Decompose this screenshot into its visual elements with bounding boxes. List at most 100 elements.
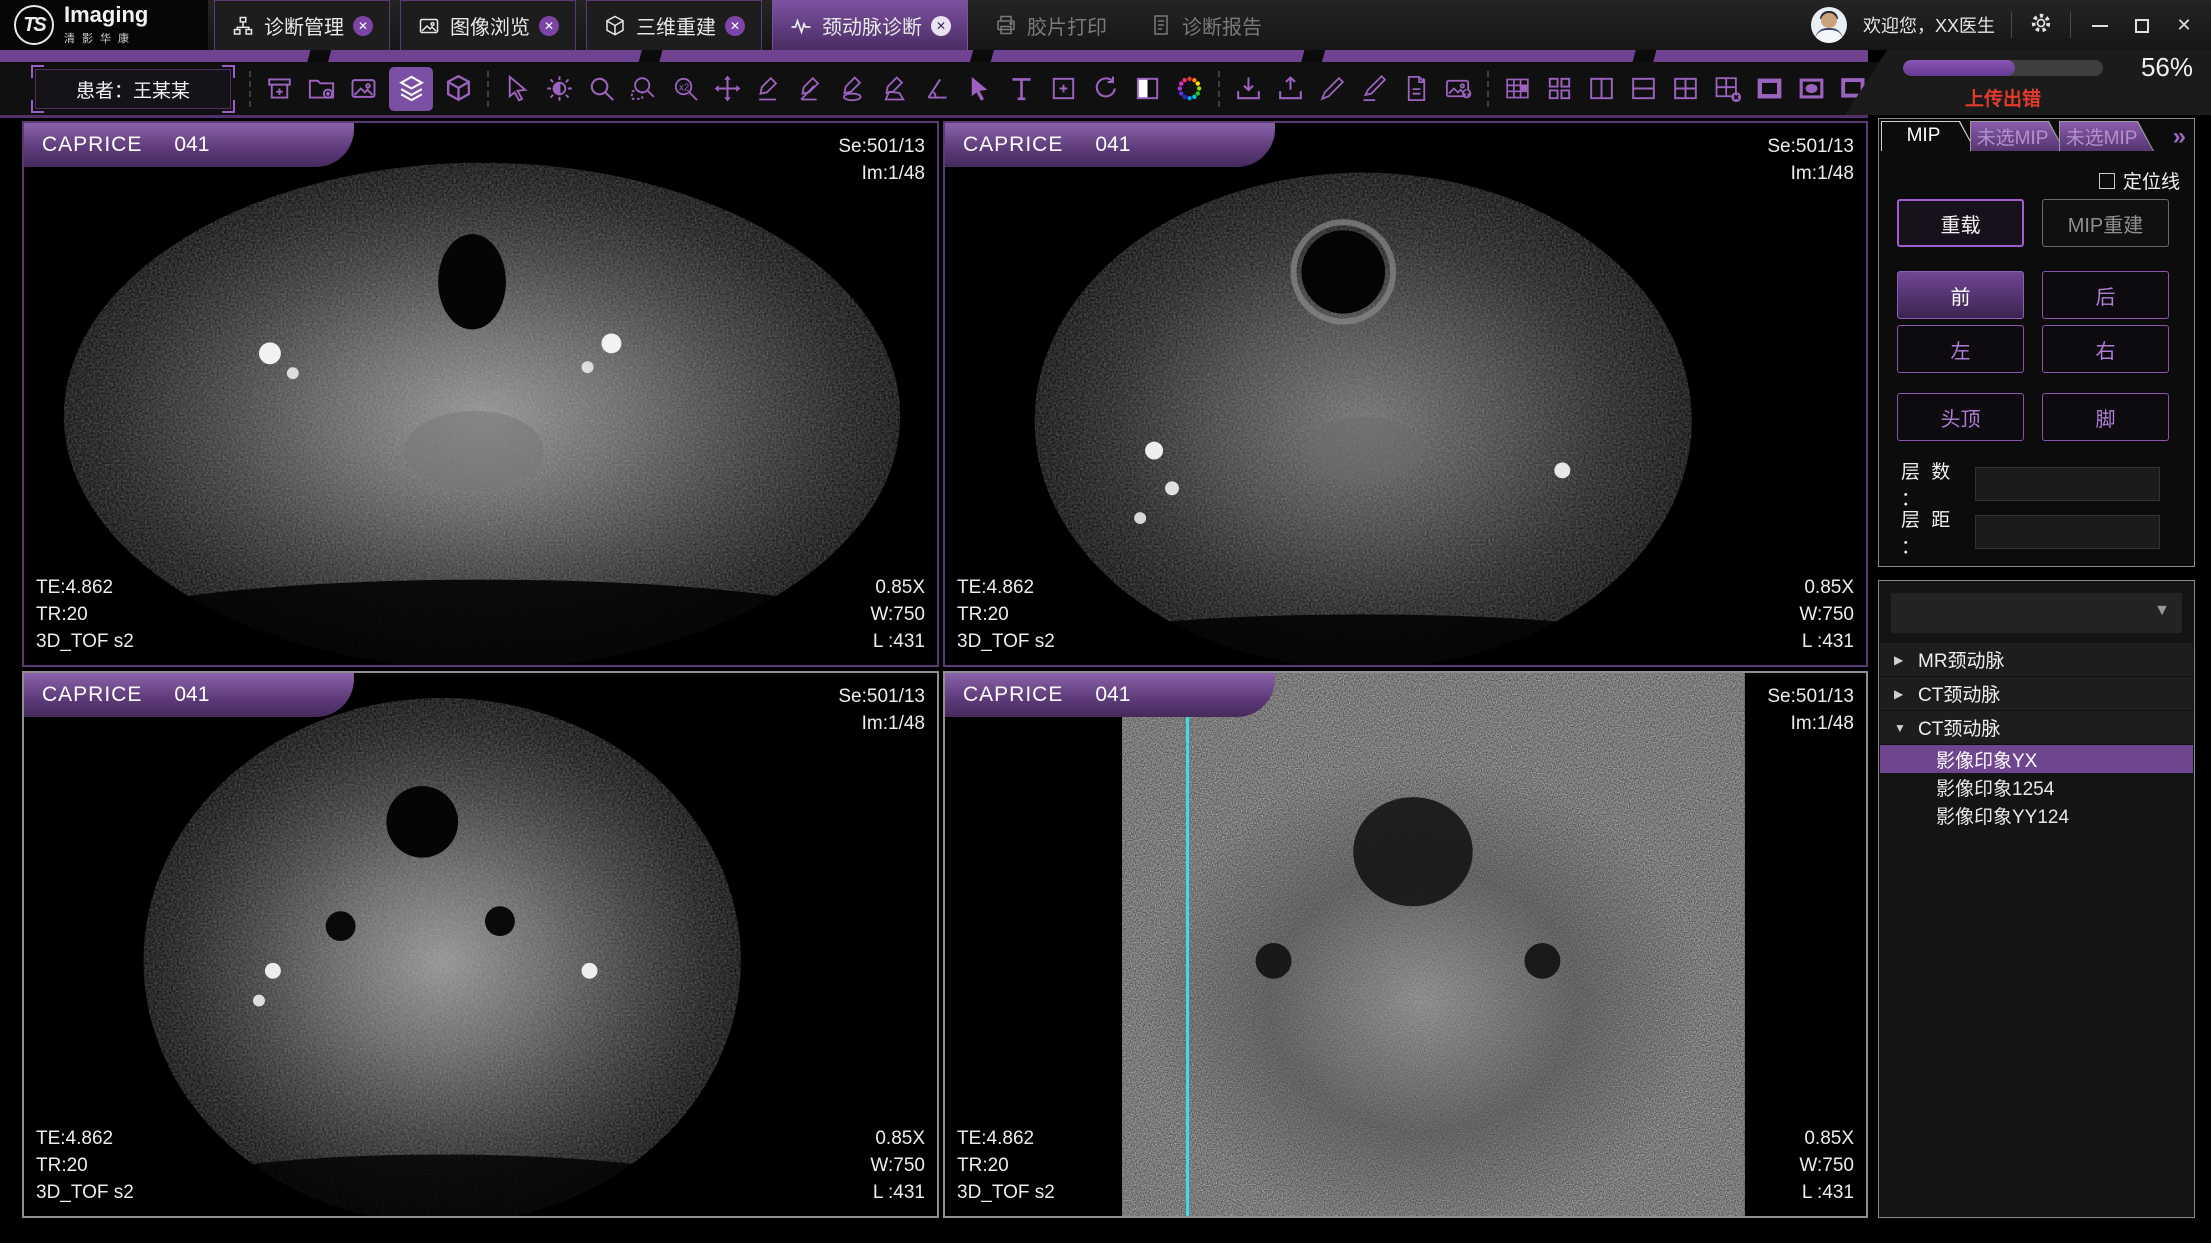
tab-unselected-mip-2[interactable]: 未选MIP bbox=[2059, 121, 2154, 151]
invert-icon[interactable] bbox=[1131, 72, 1164, 105]
close-icon[interactable]: ✕ bbox=[539, 16, 559, 36]
upload-progress-bar bbox=[1903, 60, 2103, 76]
tab-mip[interactable]: MIP bbox=[1881, 121, 1976, 151]
viewport-top-left[interactable]: CAPRICE 041 Se:501/13Im:1/48 TE:4.862TR:… bbox=[22, 121, 939, 667]
close-layout-icon[interactable] bbox=[1711, 72, 1744, 105]
direction-front-button[interactable]: 前 bbox=[1897, 271, 2024, 319]
region-zoom-icon[interactable] bbox=[627, 72, 660, 105]
arrow-annotation-icon[interactable] bbox=[963, 72, 996, 105]
direction-back-button[interactable]: 后 bbox=[2042, 271, 2169, 319]
rotate-icon[interactable] bbox=[1089, 72, 1122, 105]
localizer-checkbox[interactable] bbox=[2099, 173, 2115, 189]
ellipse-view-icon[interactable] bbox=[1795, 72, 1828, 105]
tree-item-impression-yx[interactable]: 影像印象YX bbox=[1880, 745, 2193, 773]
series-dropdown[interactable]: ▼ bbox=[1891, 593, 2182, 633]
layout-two-columns-icon[interactable] bbox=[1585, 72, 1618, 105]
add-region-icon[interactable] bbox=[1047, 72, 1080, 105]
app-tab-bar: 诊断管理 ✕ 图像浏览 ✕ 三维重建 ✕ 颈动脉诊断 ✕ 胶片打印 bbox=[214, 0, 1288, 50]
window-level-overlay: 0.85XW:750L :431 bbox=[1799, 574, 1854, 655]
patient-name-box[interactable]: 患者：王某某 bbox=[35, 69, 231, 109]
direction-head-button[interactable]: 头顶 bbox=[1897, 393, 2024, 441]
pen-icon[interactable] bbox=[1316, 72, 1349, 105]
layout-quad-icon[interactable] bbox=[1543, 72, 1576, 105]
divider bbox=[487, 71, 489, 107]
series-info-overlay: Se:501/13Im:1/48 bbox=[838, 683, 925, 737]
upload-error-text[interactable]: 上传出错 bbox=[1903, 84, 2103, 111]
grid-layout-icon[interactable] bbox=[1501, 72, 1534, 105]
tree-node-ct-carotid-2[interactable]: ▼ CT颈动脉 bbox=[1880, 711, 2193, 745]
text-annotation-icon[interactable] bbox=[1005, 72, 1038, 105]
measure-angle-icon[interactable] bbox=[795, 72, 828, 105]
direction-left-button[interactable]: 左 bbox=[1897, 325, 2024, 373]
open-folder-icon[interactable] bbox=[305, 72, 338, 105]
tab-film-print[interactable]: 胶片打印 bbox=[978, 0, 1123, 50]
layers-tool-icon[interactable] bbox=[389, 67, 433, 111]
slice-count-label: 层 数 ： bbox=[1901, 457, 1975, 511]
layout-two-rows-icon[interactable] bbox=[1627, 72, 1660, 105]
layout-grid-2x2-icon[interactable] bbox=[1669, 72, 1702, 105]
pen-line-icon[interactable] bbox=[1358, 72, 1391, 105]
mip-rebuild-button[interactable]: MIP重建 bbox=[2042, 199, 2169, 247]
reload-button[interactable]: 重载 bbox=[1897, 199, 2024, 247]
measure-ellipse-icon[interactable] bbox=[837, 72, 870, 105]
angle-tool-icon[interactable] bbox=[921, 72, 954, 105]
banner-number: 041 bbox=[174, 683, 209, 707]
printer-icon bbox=[994, 13, 1018, 37]
slice-spacing-input[interactable] bbox=[1975, 515, 2160, 549]
tree-node-ct-carotid-1[interactable]: ▶ CT颈动脉 bbox=[1880, 677, 2193, 711]
window-level-icon[interactable] bbox=[543, 72, 576, 105]
mip-tab-bar: MIP 未选MIP 未选MIP bbox=[1881, 121, 2148, 151]
download-icon[interactable] bbox=[1232, 72, 1265, 105]
close-icon[interactable]: ✕ bbox=[353, 16, 373, 36]
single-view-icon[interactable] bbox=[1753, 72, 1786, 105]
settings-gear-icon[interactable] bbox=[2028, 10, 2054, 41]
close-icon[interactable]: ✕ bbox=[931, 16, 951, 36]
measure-polygon-icon[interactable] bbox=[879, 72, 912, 105]
export-image-icon[interactable] bbox=[1442, 72, 1475, 105]
viewport-bottom-left[interactable]: CAPRICE 041 Se:501/13Im:1/48 TE:4.862TR:… bbox=[22, 671, 939, 1218]
sitemap-icon bbox=[231, 14, 255, 38]
tab-diagnosis-report[interactable]: 诊断报告 bbox=[1133, 0, 1278, 50]
tab-image-browse[interactable]: 图像浏览 ✕ bbox=[400, 0, 576, 50]
minimize-button[interactable] bbox=[2087, 15, 2113, 36]
zoom-x2-icon[interactable] bbox=[669, 72, 702, 105]
close-window-button[interactable]: ✕ bbox=[2171, 15, 2197, 36]
tree-item-impression-yy124[interactable]: 影像印象YY124 bbox=[1880, 801, 2193, 829]
mri-axial-image bbox=[945, 123, 1866, 665]
pan-tool-icon[interactable] bbox=[711, 72, 744, 105]
localizer-line[interactable] bbox=[1186, 673, 1189, 1216]
chevron-down-icon[interactable]: ▼ bbox=[1894, 721, 1908, 735]
direction-right-button[interactable]: 右 bbox=[2042, 325, 2169, 373]
close-icon[interactable]: ✕ bbox=[725, 16, 745, 36]
divider bbox=[1218, 71, 1220, 107]
chevron-right-icon[interactable]: ▶ bbox=[1894, 653, 1908, 667]
upload-icon[interactable] bbox=[1274, 72, 1307, 105]
acquisition-overlay: TE:4.862TR:203D_TOF s2 bbox=[36, 574, 134, 655]
cube-3d-icon[interactable] bbox=[442, 72, 475, 105]
tree-item-impression-1254[interactable]: 影像印象1254 bbox=[1880, 773, 2193, 801]
tab-diagnosis-management[interactable]: 诊断管理 ✕ bbox=[214, 0, 390, 50]
divider bbox=[2011, 12, 2012, 38]
tab-unselected-mip-1[interactable]: 未选MIP bbox=[1970, 121, 2065, 151]
direction-foot-button[interactable]: 脚 bbox=[2042, 393, 2169, 441]
slice-count-input[interactable] bbox=[1975, 467, 2160, 501]
viewport-bottom-right[interactable]: CAPRICE 041 Se:501/13Im:1/48 TE:4.862TR:… bbox=[943, 671, 1868, 1218]
viewport-top-right[interactable]: CAPRICE 041 Se:501/13Im:1/48 TE:4.862TR:… bbox=[943, 121, 1868, 667]
maximize-button[interactable] bbox=[2129, 15, 2155, 36]
pseudo-color-icon[interactable] bbox=[1173, 72, 1206, 105]
import-study-icon[interactable] bbox=[263, 72, 296, 105]
tab-carotid-diagnosis[interactable]: 颈动脉诊断 ✕ bbox=[772, 0, 968, 50]
brand-name: Imaging bbox=[64, 4, 148, 26]
cursor-tool-icon[interactable] bbox=[501, 72, 534, 105]
mip-noise-image bbox=[945, 673, 1866, 1216]
more-tabs-icon[interactable]: » bbox=[2173, 123, 2186, 151]
user-avatar[interactable] bbox=[1811, 7, 1847, 43]
new-report-icon[interactable] bbox=[1400, 72, 1433, 105]
tree-node-mr-carotid[interactable]: ▶ MR颈动脉 bbox=[1880, 643, 2193, 677]
measure-length-icon[interactable] bbox=[753, 72, 786, 105]
image-gallery-icon[interactable] bbox=[347, 72, 380, 105]
zoom-tool-icon[interactable] bbox=[585, 72, 618, 105]
tab-3d-reconstruction[interactable]: 三维重建 ✕ bbox=[586, 0, 762, 50]
chevron-right-icon[interactable]: ▶ bbox=[1894, 687, 1908, 701]
titlebar-right: 欢迎您，XX医生 ✕ bbox=[1811, 0, 2197, 50]
